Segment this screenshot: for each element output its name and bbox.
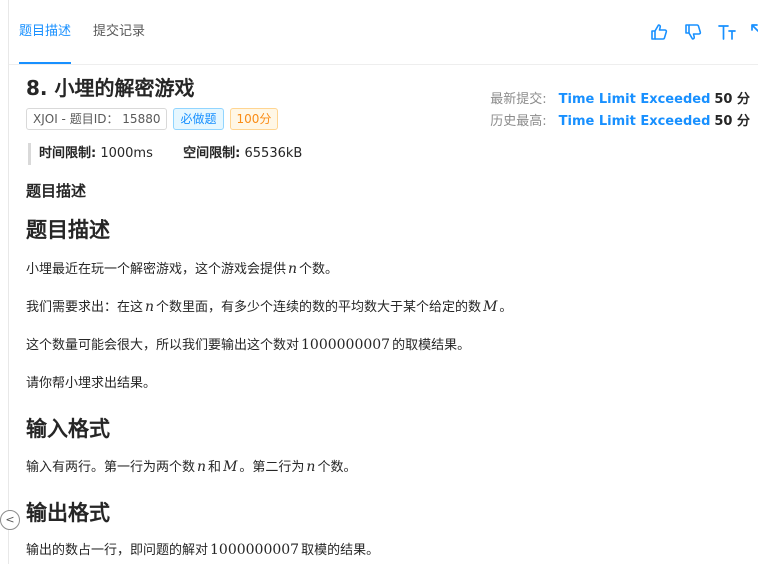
best-label: 历史最高: — [490, 114, 547, 129]
latest-score: 50 分 — [714, 92, 750, 107]
math-M: M — [223, 459, 238, 475]
time-limit-value: 1000ms — [100, 146, 153, 161]
memory-limit-value: 65536kB — [244, 146, 303, 161]
limits-bar: 时间限制: 1000ms 空间限制: 65536kB — [28, 143, 302, 165]
collapse-panel-icon[interactable]: < — [0, 510, 20, 530]
section-heading-description: 题目描述 — [26, 218, 110, 242]
source-badge: XJOI - 题目ID： 15880 — [26, 108, 168, 130]
problem-badges: XJOI - 题目ID： 15880 必做题 100分 — [26, 108, 279, 130]
math-n: n — [288, 261, 298, 277]
tab-submissions[interactable]: 提交记录 — [93, 22, 145, 42]
paragraph-task: 我们需要求出：在这 n 个数里面，有多少个连续的数的平均数大于某个给定的数 M。 — [26, 299, 513, 315]
score-badge: 100分 — [229, 108, 279, 130]
latest-submission-row: 最新提交: Time Limit Exceeded 50 分 — [490, 88, 750, 107]
required-badge: 必做题 — [173, 108, 224, 130]
math-n: n — [306, 459, 316, 475]
math-modulus: 1000000007 — [301, 337, 391, 353]
latest-label: 最新提交: — [490, 92, 547, 107]
problem-tabs-bar: 题目描述 提交记录 — [9, 0, 758, 65]
left-panel-edge — [0, 0, 9, 564]
paragraph-modulo: 这个数量可能会很大，所以我们要输出这个数对 1000000007 的取模结果。 — [26, 337, 471, 353]
problem-title: 8. 小埋的解密游戏 — [26, 76, 195, 100]
math-n: n — [197, 459, 207, 475]
paragraph-request: 请你帮小埋求出结果。 — [26, 376, 157, 391]
expand-icon[interactable] — [749, 22, 758, 42]
section-heading-output: 输出格式 — [26, 501, 110, 525]
time-limit-label: 时间限制: — [39, 146, 97, 161]
best-status[interactable]: Time Limit Exceeded — [559, 114, 711, 129]
paragraph-output: 输出的数占一行，即问题的解对 1000000007 取模的结果。 — [26, 542, 380, 558]
paragraph-input: 输入有两行。第一行为两个数 n 和 M 。第二行为 n 个数。 — [26, 459, 357, 475]
best-score: 50 分 — [714, 114, 750, 129]
paragraph-intro: 小埋最近在玩一个解密游戏，这个游戏会提供 n 个数。 — [26, 261, 339, 277]
math-M: M — [483, 299, 498, 315]
section-heading-input: 输入格式 — [26, 417, 110, 441]
memory-limit-label: 空间限制: — [183, 146, 241, 161]
best-submission-row: 历史最高: Time Limit Exceeded 50 分 — [490, 110, 750, 129]
tab-description[interactable]: 题目描述 — [19, 22, 72, 64]
thumbs-down-icon[interactable] — [683, 22, 703, 42]
font-size-icon[interactable] — [717, 22, 737, 42]
math-n: n — [145, 299, 155, 315]
math-modulus: 1000000007 — [210, 542, 300, 558]
latest-status[interactable]: Time Limit Exceeded — [559, 92, 711, 107]
thumbs-up-icon[interactable] — [649, 22, 669, 42]
section-heading-small: 题目描述 — [26, 182, 87, 200]
